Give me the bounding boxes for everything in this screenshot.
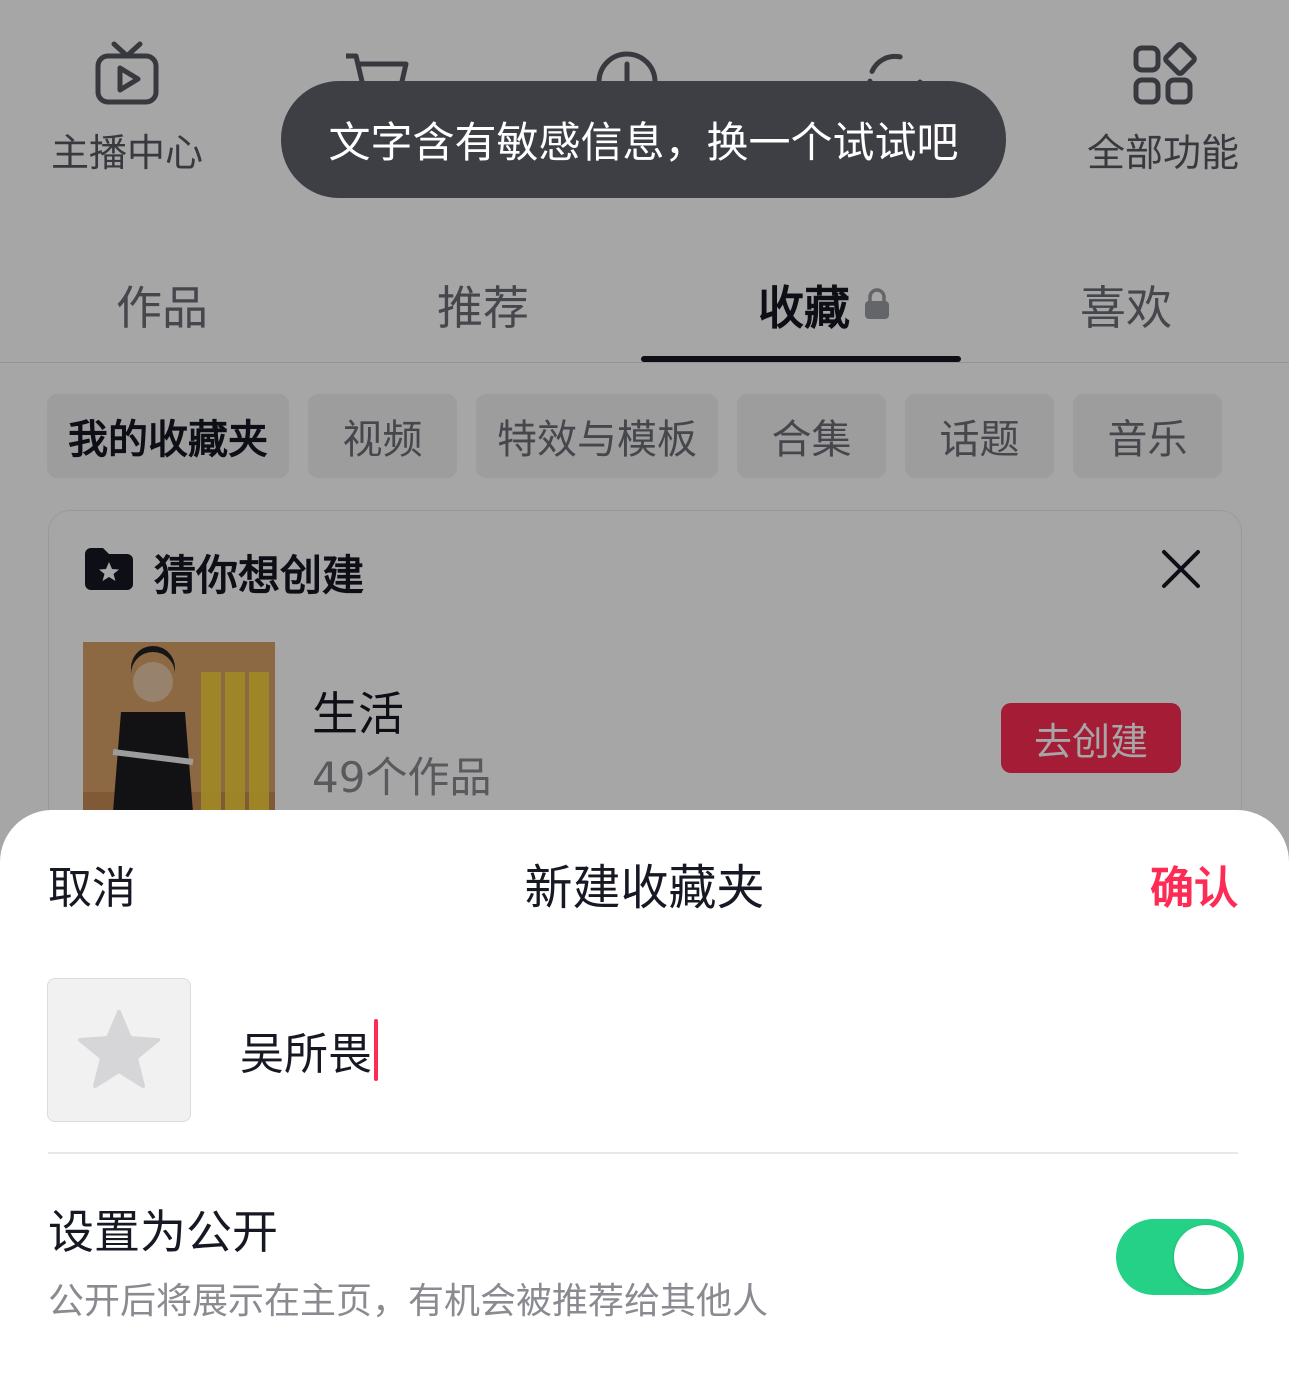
star-icon: [78, 1010, 160, 1088]
sheet-title: 新建收藏夹: [524, 860, 765, 916]
folder-cover-picker[interactable]: [47, 978, 191, 1122]
text-caret: [374, 1019, 378, 1081]
public-setting-description: 公开后将展示在主页，有机会被推荐给其他人: [48, 1281, 769, 1322]
folder-name-value: 吴所畏: [240, 1029, 372, 1080]
profile-collections-page: 主播中心 全部功能 作品 推荐 收藏 喜欢 我的收藏夹 视频 特效与模板 合集 …: [0, 0, 1289, 1381]
public-setting-label: 设置为公开: [48, 1205, 278, 1259]
divider: [48, 1152, 1238, 1154]
public-toggle[interactable]: [1116, 1219, 1244, 1295]
folder-name-input[interactable]: 吴所畏: [240, 1019, 378, 1081]
confirm-button[interactable]: 确认: [1150, 852, 1238, 916]
toggle-knob: [1174, 1225, 1238, 1289]
toast-message: 文字含有敏感信息，换一个试试吧: [281, 81, 1006, 198]
